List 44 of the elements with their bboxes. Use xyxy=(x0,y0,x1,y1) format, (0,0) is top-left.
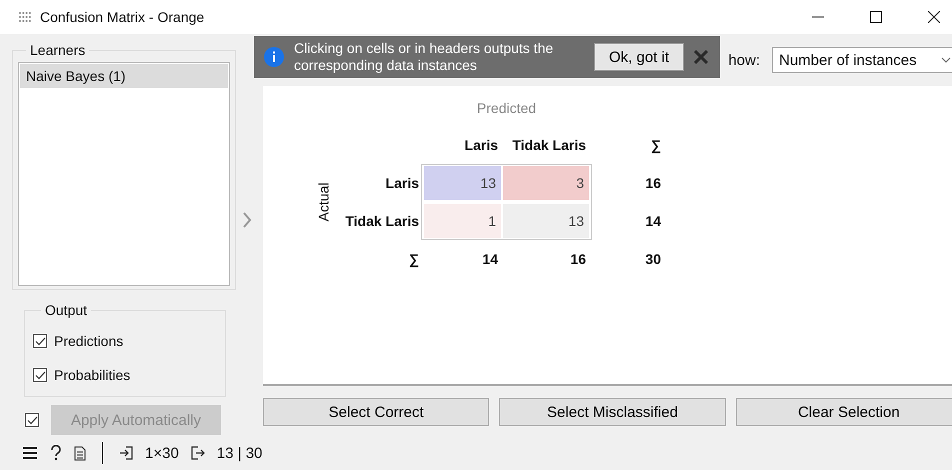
info-icon xyxy=(264,47,284,67)
input-summary: 1×30 xyxy=(145,444,179,462)
app-icon xyxy=(18,11,32,23)
menu-icon[interactable] xyxy=(22,446,38,460)
grand-total: 30 xyxy=(644,251,662,267)
help-icon[interactable] xyxy=(50,445,62,461)
checkbox[interactable] xyxy=(33,368,47,382)
row-total: 14 xyxy=(644,213,662,229)
checkbox-label: Predictions xyxy=(54,333,124,349)
input-icon xyxy=(119,446,133,460)
row-header[interactable]: Tidak Laris xyxy=(333,213,423,229)
document-icon[interactable] xyxy=(74,446,86,460)
action-button[interactable]: Clear Selection xyxy=(736,398,952,426)
matrix-cell[interactable]: 13 xyxy=(424,166,501,200)
window-title: Confusion Matrix - Orange xyxy=(40,9,204,25)
column-header[interactable]: Tidak Laris xyxy=(502,137,590,153)
checkbox[interactable] xyxy=(33,334,47,348)
sum-header: ∑ xyxy=(408,251,420,267)
caret-icon xyxy=(941,57,951,63)
group-title: Learners xyxy=(29,42,86,58)
close-icon[interactable] xyxy=(928,11,940,23)
action-button[interactable]: Select Correct xyxy=(263,398,490,426)
sum-header: ∑ xyxy=(650,137,662,153)
output-summary: 13 | 30 xyxy=(216,444,262,462)
group-title: Output xyxy=(44,302,88,318)
row-header[interactable]: Laris xyxy=(333,175,423,191)
matrix-cell[interactable]: 1 xyxy=(424,204,501,238)
column-header[interactable]: Laris xyxy=(423,137,502,153)
action-button[interactable]: Select Misclassified xyxy=(499,398,726,426)
show-dropdown[interactable]: Number of instances xyxy=(772,47,952,73)
notification-message: Clicking on cells or in headers outputs the corresponding data instances xyxy=(294,40,554,74)
show-label: how: xyxy=(728,52,760,68)
axis-label: Predicted xyxy=(476,100,538,116)
maximize-icon[interactable] xyxy=(870,11,882,23)
dismiss-button[interactable]: Ok, got it xyxy=(594,43,684,71)
axis-label: Actual xyxy=(315,182,331,222)
column-total: 14 xyxy=(481,251,499,267)
output-icon xyxy=(190,446,205,460)
checkbox-label: Probabilities xyxy=(54,367,130,383)
column-total: 16 xyxy=(569,251,587,267)
matrix-cell[interactable]: 13 xyxy=(503,204,589,238)
matrix-cell[interactable]: 3 xyxy=(503,166,589,200)
learner-item[interactable]: Naive Bayes (1) xyxy=(20,64,228,88)
row-total: 16 xyxy=(644,175,662,191)
